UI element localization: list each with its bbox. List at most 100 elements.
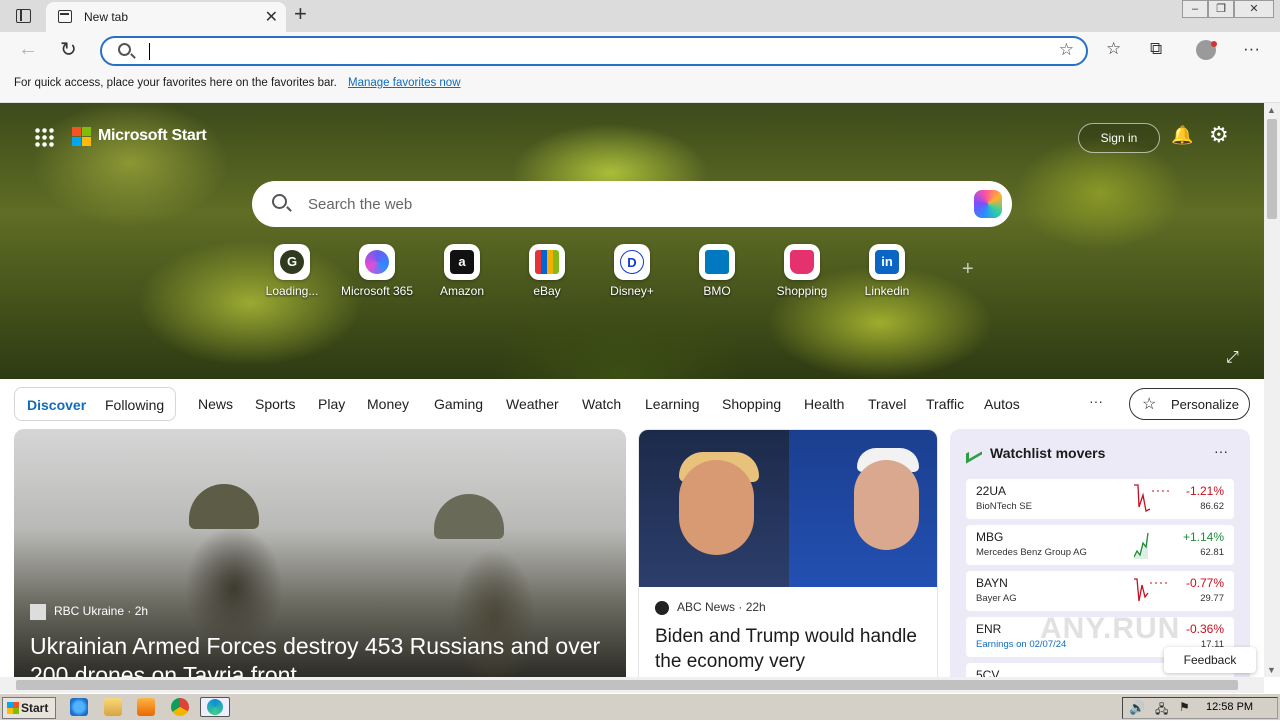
nav-item-autos[interactable]: Autos (984, 396, 1020, 412)
nav-item-shopping[interactable]: Shopping (722, 396, 781, 412)
stock-row[interactable]: MBG Mercedes Benz Group AG +1.14% 62.81 (966, 525, 1234, 565)
tab-new-tab[interactable]: New tab ✕ (46, 2, 286, 32)
scroll-down-arrow-icon[interactable]: ▼ (1267, 665, 1276, 675)
settings-more-icon[interactable]: ··· (1243, 39, 1260, 59)
tab-bar: New tab ✕ + – ❐ ✕ (0, 0, 1280, 32)
web-search-box[interactable]: Search the web (252, 181, 1012, 227)
trend-icon (966, 444, 982, 464)
manage-favorites-link[interactable]: Manage favorites now (348, 77, 461, 89)
stock-price: 62.81 (1200, 547, 1224, 558)
scrollbar-thumb[interactable] (1267, 119, 1277, 219)
copilot-icon[interactable] (974, 190, 1002, 218)
card-image-left (639, 430, 789, 587)
shopping-bag-icon (790, 250, 814, 274)
edge-taskbar-button[interactable] (200, 697, 230, 717)
stock-row[interactable]: 22UA BioNTech SE -1.21% 86.62 (966, 479, 1234, 519)
add-shortcut-icon[interactable]: + (962, 258, 974, 281)
nav-item-health[interactable]: Health (804, 396, 844, 412)
quick-link-amazon[interactable]: a Amazon (422, 244, 502, 298)
nav-more-icon[interactable]: ··· (1089, 393, 1103, 409)
source-name: RBC Ukraine (54, 604, 125, 619)
nav-item-learning[interactable]: Learning (645, 396, 700, 412)
add-favorite-icon[interactable]: ☆ (1059, 40, 1074, 60)
quick-link-label: Microsoft 365 (340, 284, 414, 298)
expand-background-icon[interactable]: ⤢ (1226, 349, 1239, 367)
address-bar[interactable]: ☆ (100, 36, 1088, 66)
quick-link-label: Linkedin (864, 284, 910, 298)
quick-link-bmo[interactable]: BMO (677, 244, 757, 298)
quick-link-microsoft-365[interactable]: Microsoft 365 (337, 244, 417, 298)
nav-item-play[interactable]: Play (318, 396, 345, 412)
notifications-bell-icon[interactable]: 🔔 (1171, 125, 1193, 146)
clock[interactable]: 12:58 PM (1206, 701, 1253, 713)
network-icon[interactable]: 🖧 (1155, 700, 1168, 721)
back-arrow-icon[interactable]: ← (18, 38, 38, 61)
horizontal-scrollbar[interactable] (0, 677, 1264, 693)
scroll-up-arrow-icon[interactable]: ▲ (1267, 105, 1276, 115)
nav-item-watch[interactable]: Watch (582, 396, 621, 412)
stock-price: 29.77 (1200, 593, 1224, 604)
nav-item-news[interactable]: News (198, 396, 233, 412)
quick-link-shopping[interactable]: Shopping (762, 244, 842, 298)
source-logo-icon (655, 600, 669, 615)
personalize-label: Personalize (1171, 397, 1239, 412)
nav-item-sports[interactable]: Sports (255, 396, 295, 412)
chrome-icon[interactable] (171, 698, 189, 716)
quick-link-disney-plus[interactable]: D Disney+ (592, 244, 672, 298)
feedback-label: Feedback (1183, 653, 1237, 667)
minimize-button[interactable]: – (1182, 0, 1208, 18)
stock-symbol: 22UA (976, 484, 1007, 498)
media-player-icon[interactable] (137, 698, 155, 716)
scrollbar-thumb[interactable] (16, 680, 1238, 690)
source-logo-icon (30, 604, 46, 620)
page-settings-gear-icon[interactable]: ⚙ (1209, 122, 1229, 148)
news-card[interactable]: ABC News · 22h Biden and Trump would han… (638, 429, 938, 679)
file-explorer-icon[interactable] (104, 698, 122, 716)
quick-link-ebay[interactable]: eBay (507, 244, 587, 298)
favorites-icon[interactable]: ☆ (1106, 39, 1121, 59)
watchlist-more-icon[interactable]: ··· (1214, 443, 1228, 459)
news-card-hero[interactable]: RBC Ukraine · 2h Ukrainian Armed Forces … (14, 429, 626, 679)
card-headline[interactable]: Ukrainian Armed Forces destroy 453 Russi… (30, 632, 610, 679)
start-button[interactable]: Start (2, 697, 56, 719)
feedback-button[interactable]: Feedback (1164, 647, 1256, 673)
favorites-message: For quick access, place your favorites h… (14, 77, 337, 89)
new-tab-button[interactable]: + (294, 3, 307, 25)
quick-link-linkedin[interactable]: in Linkedin (847, 244, 927, 298)
watermark-text: ANY.RUN (1040, 612, 1181, 645)
stock-row[interactable]: BAYN Bayer AG -0.77% 29.77 (966, 571, 1234, 611)
nav-item-gaming[interactable]: Gaming (434, 396, 483, 412)
collections-icon[interactable]: ⧉ (1150, 39, 1162, 59)
text-caret (149, 43, 150, 60)
sign-in-button[interactable]: Sign in (1078, 123, 1160, 153)
card-image-right (789, 430, 937, 587)
card-headline[interactable]: Biden and Trump would handle the economy… (655, 624, 925, 674)
tab-actions-icon[interactable] (16, 9, 31, 23)
nav-item-travel[interactable]: Travel (868, 396, 906, 412)
nav-item-weather[interactable]: Weather (506, 396, 559, 412)
system-tray: 🔊 🖧 ⚑ (1122, 697, 1278, 719)
tab-following[interactable]: Following (105, 397, 164, 413)
watchlist-title: Watchlist movers (990, 445, 1106, 461)
favorites-bar: For quick access, place your favorites h… (0, 70, 1280, 103)
edge-icon (207, 699, 223, 715)
quick-link-loading[interactable]: G Loading... (252, 244, 332, 298)
tab-discover[interactable]: Discover (27, 397, 86, 413)
quick-link-label: eBay (533, 284, 561, 298)
action-center-flag-icon[interactable]: ⚑ (1179, 700, 1190, 714)
close-window-button[interactable]: ✕ (1234, 0, 1274, 18)
app-launcher-icon[interactable] (34, 127, 54, 147)
restore-button[interactable]: ❐ (1208, 0, 1234, 18)
volume-icon[interactable]: 🔊 (1129, 700, 1145, 716)
close-tab-icon[interactable]: ✕ (265, 7, 278, 27)
stock-name: Mercedes Benz Group AG (976, 547, 1087, 558)
microsoft-logo-icon (72, 127, 92, 147)
personalize-button[interactable]: ☆ Personalize (1129, 388, 1250, 420)
address-row: ← ↻ ☆ (0, 32, 1280, 70)
refresh-icon[interactable]: ↻ (60, 37, 77, 62)
vertical-scrollbar[interactable]: ▲ ▼ (1264, 103, 1280, 677)
nav-item-traffic[interactable]: Traffic (926, 396, 964, 412)
new-tab-favicon-icon (58, 10, 72, 23)
internet-explorer-icon[interactable] (70, 698, 88, 716)
nav-item-money[interactable]: Money (367, 396, 409, 412)
